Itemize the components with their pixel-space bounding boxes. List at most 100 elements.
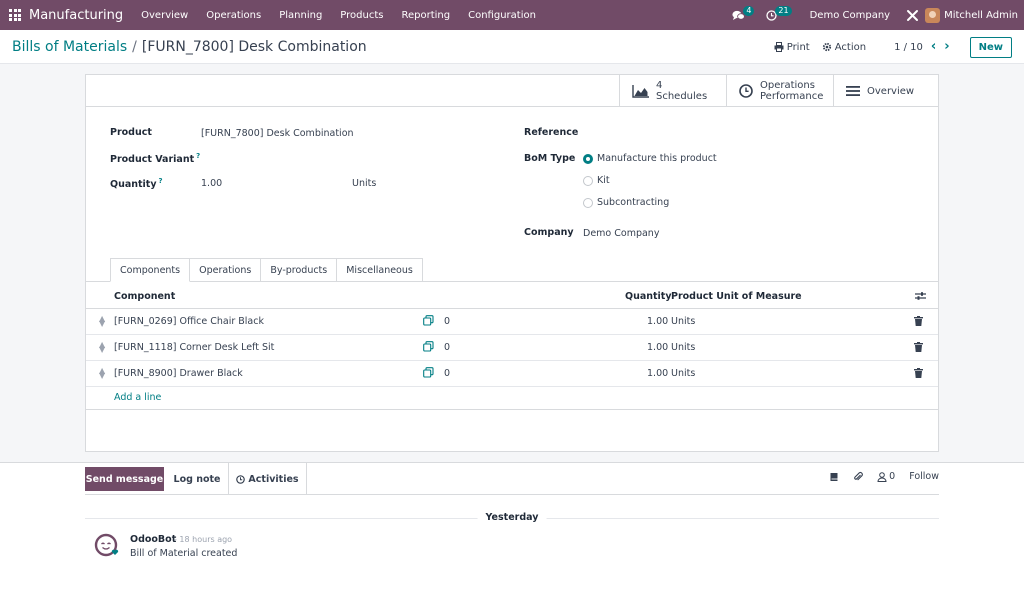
forecast-report-icon[interactable]	[423, 315, 434, 329]
follow-button[interactable]: Follow	[909, 471, 939, 482]
operations-performance-line2: Performance	[760, 91, 824, 102]
date-separator: Yesterday	[85, 512, 939, 524]
menu-operations[interactable]: Operations	[206, 10, 261, 21]
row-uom[interactable]: Units	[671, 368, 695, 379]
row-uom[interactable]: Units	[671, 342, 695, 353]
message-author[interactable]: OdooBot	[130, 534, 176, 545]
quantity-label-text: Quantity	[110, 179, 157, 191]
schedules-label: Schedules	[656, 91, 708, 102]
copy-icon	[423, 367, 434, 378]
quantity-help-icon[interactable]: ?	[159, 177, 163, 185]
log-note-button[interactable]: Log note	[166, 463, 229, 495]
menu-reporting[interactable]: Reporting	[401, 10, 450, 21]
overview-smart-button[interactable]: Overview	[833, 75, 938, 107]
column-uom[interactable]: Product Unit of Measure	[671, 291, 802, 302]
product-label: Product	[110, 127, 152, 138]
product-variant-help-icon[interactable]: ?	[196, 152, 200, 160]
activities-button[interactable]: 21	[766, 6, 792, 21]
smart-buttons-bar: 4 Schedules Operations Performance Overv…	[86, 75, 938, 107]
delete-row-button[interactable]	[914, 316, 923, 329]
optional-columns-toggle[interactable]	[915, 291, 926, 304]
operations-performance-line1: Operations	[760, 80, 815, 91]
tab-by-products[interactable]: By-products	[260, 258, 338, 282]
print-button[interactable]: Print	[774, 42, 810, 53]
column-quantity[interactable]: Quantity	[625, 291, 672, 302]
row-component[interactable]: [FURN_1118] Corner Desk Left Sit	[114, 342, 274, 353]
bom-type-manufacture-radio[interactable]	[583, 154, 593, 164]
delete-row-button[interactable]	[914, 368, 923, 381]
row-quantity[interactable]: 1.00	[647, 316, 668, 327]
row-forecast: 0	[444, 316, 451, 327]
user-menu[interactable]: Mitchell Admin	[944, 10, 1018, 21]
date-separator-label: Yesterday	[477, 512, 547, 523]
forecast-report-icon[interactable]	[423, 367, 434, 381]
pager-next-icon[interactable]: ›	[944, 40, 949, 53]
company-field[interactable]: Demo Company	[583, 228, 659, 239]
copy-icon	[423, 341, 434, 352]
bom-type-kit-label[interactable]: Kit	[597, 175, 610, 186]
menu-planning[interactable]: Planning	[279, 10, 322, 21]
odoobot-avatar[interactable]	[94, 533, 120, 559]
followers-button[interactable]: 0	[877, 471, 895, 482]
copy-icon	[423, 315, 434, 326]
trash-icon	[914, 368, 923, 378]
bom-type-subcontracting-radio[interactable]	[583, 198, 593, 208]
menu-products[interactable]: Products	[340, 10, 383, 21]
row-uom[interactable]: Units	[671, 316, 695, 327]
operations-performance-smart-button[interactable]: Operations Performance	[726, 75, 833, 107]
paperclip-icon	[854, 471, 863, 481]
drag-handle-icon[interactable]: ▲ ▼	[99, 367, 105, 380]
table-row[interactable]: ▲ ▼ [FURN_0269] Office Chair Black 0 1.00…	[86, 309, 938, 335]
app-name[interactable]: Manufacturing	[29, 8, 123, 23]
product-field[interactable]: [FURN_7800] Desk Combination	[201, 128, 354, 139]
sliders-icon	[915, 292, 926, 300]
drag-handle-icon[interactable]: ▲ ▼	[99, 341, 105, 354]
new-button[interactable]: New	[969, 36, 1012, 58]
add-line-link[interactable]: Add a line	[114, 392, 161, 403]
followers-count: 0	[889, 471, 896, 482]
quantity-uom-field[interactable]: Units	[352, 178, 376, 189]
pager-value[interactable]: 1 / 10	[894, 42, 923, 53]
chatter-toolbar-border	[85, 494, 939, 495]
user-avatar[interactable]	[925, 7, 941, 23]
delete-row-button[interactable]	[914, 342, 923, 355]
tools-icon	[907, 9, 919, 21]
debug-tools-button[interactable]	[906, 9, 919, 22]
bom-type-subcontracting-label[interactable]: Subcontracting	[597, 197, 669, 208]
product-variant-label: Product Variant?	[110, 152, 200, 165]
pager-previous-icon[interactable]: ‹	[931, 40, 936, 53]
bom-type-label: BoM Type	[524, 153, 576, 164]
print-label: Print	[786, 41, 810, 53]
send-message-button[interactable]: Send message	[85, 467, 164, 491]
row-component[interactable]: [FURN_8900] Drawer Black	[114, 368, 243, 379]
top-navbar: Manufacturing Overview Operations Planni…	[0, 0, 1024, 30]
row-quantity[interactable]: 1.00	[647, 342, 668, 353]
schedules-smart-button[interactable]: 4 Schedules	[619, 75, 726, 107]
drag-handle-icon[interactable]: ▲ ▼	[99, 315, 105, 328]
tab-components[interactable]: Components	[110, 258, 191, 282]
breadcrumb-bills-of-materials[interactable]: Bills of Materials	[12, 39, 127, 55]
tab-miscellaneous[interactable]: Miscellaneous	[336, 258, 423, 282]
row-quantity[interactable]: 1.00	[647, 368, 668, 379]
table-row[interactable]: ▲ ▼ [FURN_8900] Drawer Black 0 1.00 Units	[86, 361, 938, 387]
column-component[interactable]: Component	[114, 291, 175, 302]
menu-overview[interactable]: Overview	[141, 10, 188, 21]
quantity-field[interactable]: 1.00	[201, 178, 222, 189]
knowledge-button[interactable]	[829, 472, 839, 482]
reference-label: Reference	[524, 127, 579, 138]
bom-type-kit-radio[interactable]	[583, 176, 593, 186]
tab-operations[interactable]: Operations	[189, 258, 262, 282]
table-row[interactable]: ▲ ▼ [FURN_1118] Corner Desk Left Sit 0 1.…	[86, 335, 938, 361]
activities-button[interactable]: Activities	[229, 463, 307, 495]
action-button[interactable]: Action	[822, 42, 866, 53]
menu-configuration[interactable]: Configuration	[468, 10, 536, 21]
trash-icon	[914, 342, 923, 352]
apps-menu-icon[interactable]	[9, 9, 21, 21]
bom-type-manufacture-label[interactable]: Manufacture this product	[597, 153, 717, 164]
chatter-top-border	[0, 462, 1024, 463]
attachments-button[interactable]	[853, 471, 863, 482]
forecast-report-icon[interactable]	[423, 341, 434, 355]
company-switcher[interactable]: Demo Company	[810, 10, 890, 21]
messaging-button[interactable]: 4	[732, 6, 755, 21]
row-component[interactable]: [FURN_0269] Office Chair Black	[114, 316, 264, 327]
